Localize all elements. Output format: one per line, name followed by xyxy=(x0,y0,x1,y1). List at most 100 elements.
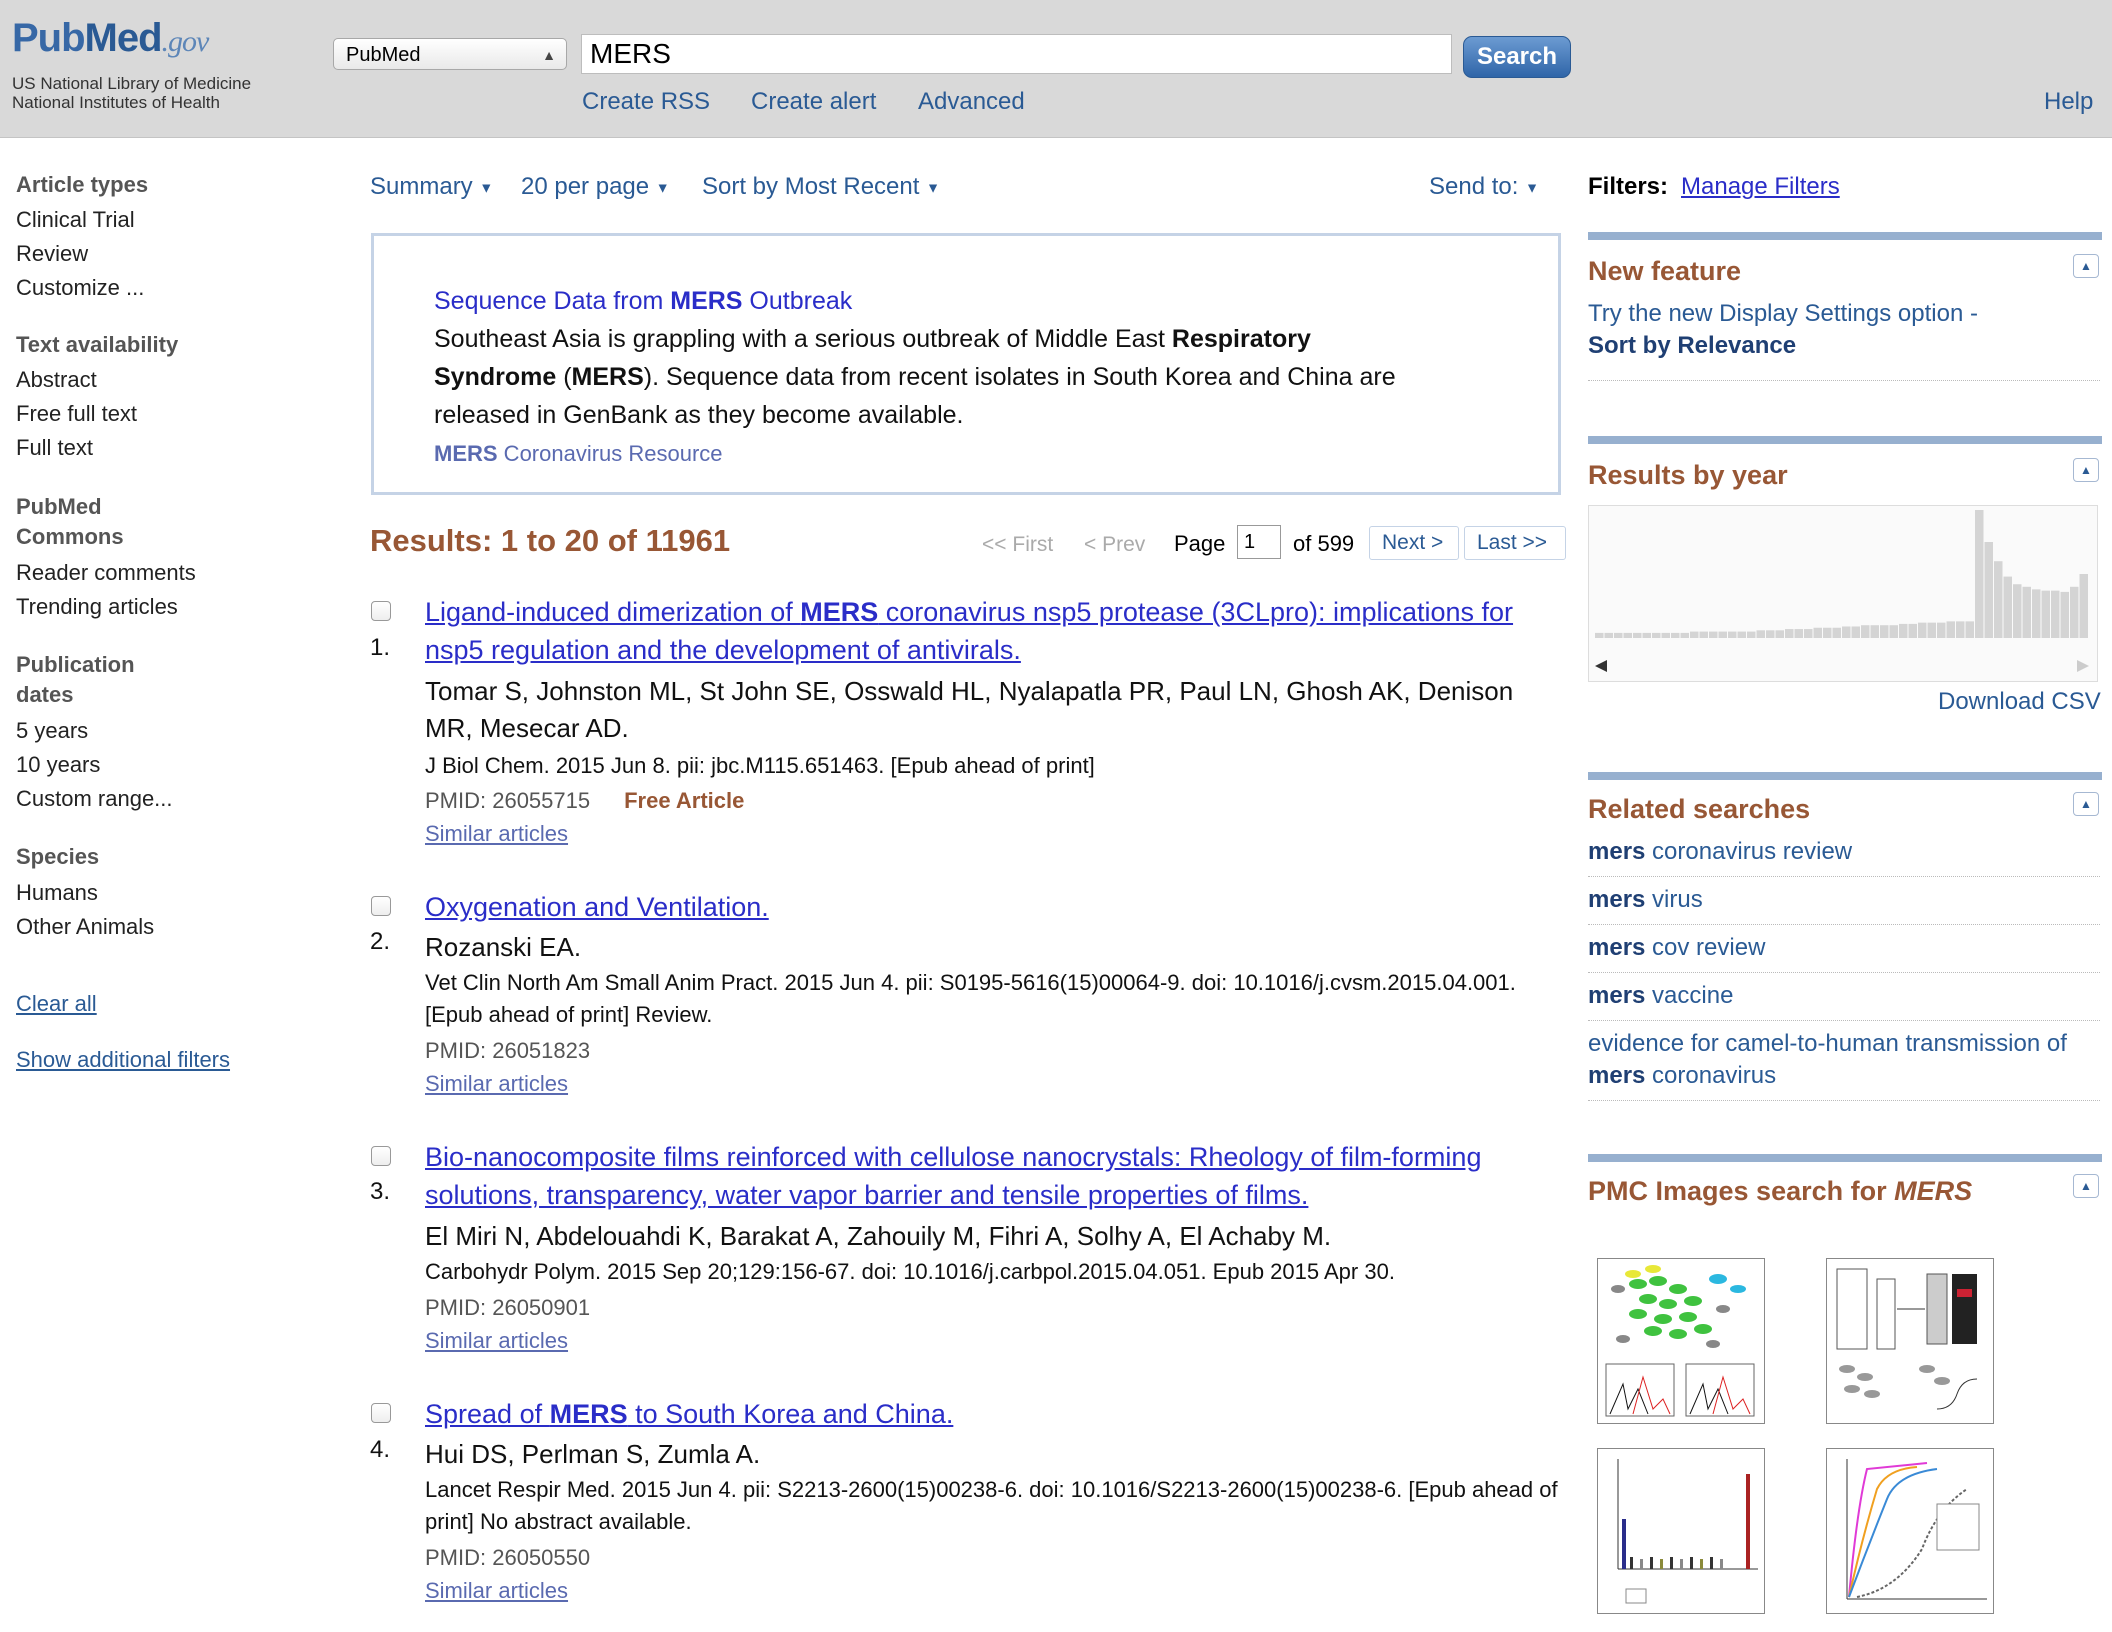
scroll-left-icon[interactable] xyxy=(1595,660,1607,672)
year-bar[interactable] xyxy=(1737,631,1747,638)
year-bar[interactable] xyxy=(1994,561,2003,638)
notice-title-link[interactable]: Sequence Data from MERS Outbreak xyxy=(434,287,852,315)
page-number-input[interactable]: 1 xyxy=(1237,525,1281,559)
year-bar[interactable] xyxy=(1652,632,1661,638)
related-search-item[interactable]: mers cov review xyxy=(1588,932,2100,964)
filter-reader-comments[interactable]: Reader comments xyxy=(16,560,196,586)
year-bar[interactable] xyxy=(1861,625,1870,638)
advanced-search-link[interactable]: Advanced xyxy=(918,88,1025,116)
year-bar[interactable] xyxy=(1756,630,1766,638)
year-bar[interactable] xyxy=(1766,630,1775,638)
year-bar[interactable] xyxy=(1851,626,1861,638)
year-bar[interactable] xyxy=(1642,632,1652,638)
help-link[interactable]: Help xyxy=(2044,88,2093,116)
result-title-link[interactable]: Bio-nanocomposite films reinforced with … xyxy=(425,1138,1545,1214)
database-select[interactable]: PubMed ▲ xyxy=(333,38,567,70)
pmc-image-thumbnail[interactable] xyxy=(1597,1448,1765,1614)
year-bar[interactable] xyxy=(1965,621,1975,638)
year-bar[interactable] xyxy=(2022,586,2032,638)
collapse-icon[interactable]: ▲ xyxy=(2073,792,2099,816)
year-bar[interactable] xyxy=(1614,632,1623,638)
result-checkbox[interactable] xyxy=(371,896,391,916)
create-rss-link[interactable]: Create RSS xyxy=(582,88,710,116)
year-bar[interactable] xyxy=(1832,627,1842,638)
sort-dropdown[interactable]: Sort by Most Recent ▼ xyxy=(702,173,940,201)
year-bar[interactable] xyxy=(1747,631,1756,638)
year-bar[interactable] xyxy=(1813,627,1823,638)
pubmed-logo[interactable]: PubMed.gov xyxy=(12,16,209,61)
year-bar[interactable] xyxy=(2013,584,2022,638)
result-title-link[interactable]: Oxygenation and Ventilation. xyxy=(425,888,1565,926)
result-checkbox[interactable] xyxy=(371,1146,391,1166)
year-bar[interactable] xyxy=(2041,590,2051,638)
collapse-icon[interactable]: ▲ xyxy=(2073,1174,2099,1198)
year-bar[interactable] xyxy=(2051,590,2060,638)
per-page-dropdown[interactable]: 20 per page ▼ xyxy=(521,173,670,201)
show-additional-filters-link[interactable]: Show additional filters xyxy=(16,1047,230,1073)
search-button[interactable]: Search xyxy=(1463,36,1571,78)
scroll-right-icon[interactable] xyxy=(2077,660,2089,672)
year-bar[interactable] xyxy=(1680,632,1690,638)
format-dropdown[interactable]: Summary ▼ xyxy=(370,173,493,201)
clear-all-link[interactable]: Clear all xyxy=(16,991,97,1017)
year-bar[interactable] xyxy=(1899,623,1908,638)
similar-articles-link[interactable]: Similar articles xyxy=(425,1578,568,1604)
filter-clinical-trial[interactable]: Clinical Trial xyxy=(16,207,135,233)
filter-free-full-text[interactable]: Free full text xyxy=(16,401,137,427)
year-bar[interactable] xyxy=(2060,591,2070,638)
search-input[interactable]: MERS xyxy=(581,34,1452,74)
year-bar[interactable] xyxy=(2032,589,2041,638)
year-bar[interactable] xyxy=(1794,629,1804,638)
related-search-item[interactable]: evidence for camel-to-human transmission… xyxy=(1588,1028,2100,1092)
year-bar[interactable] xyxy=(1595,632,1604,638)
collapse-icon[interactable]: ▲ xyxy=(2073,254,2099,278)
result-checkbox[interactable] xyxy=(371,601,391,621)
year-bar[interactable] xyxy=(2003,576,2013,638)
filter-abstract[interactable]: Abstract xyxy=(16,367,97,393)
year-bar[interactable] xyxy=(1671,632,1680,638)
result-title-link[interactable]: Spread of MERS to South Korea and China. xyxy=(425,1395,1565,1433)
result-title-link[interactable]: Ligand-induced dimerization of MERS coro… xyxy=(425,593,1565,669)
year-bar[interactable] xyxy=(1946,621,1956,638)
year-bar[interactable] xyxy=(1690,631,1699,638)
related-search-item[interactable]: mers vaccine xyxy=(1588,980,2100,1012)
pmc-image-thumbnail[interactable] xyxy=(1826,1448,1994,1614)
sort-by-relevance-link[interactable]: Sort by Relevance xyxy=(1588,330,2100,362)
results-by-year-chart[interactable] xyxy=(1588,505,2098,682)
year-bar[interactable] xyxy=(1918,622,1927,638)
filter-trending-articles[interactable]: Trending articles xyxy=(16,594,178,620)
year-bar[interactable] xyxy=(1804,629,1813,638)
year-bar[interactable] xyxy=(1984,542,1994,638)
filter-10-years[interactable]: 10 years xyxy=(16,752,100,778)
year-bar[interactable] xyxy=(2070,586,2079,638)
collapse-icon[interactable]: ▲ xyxy=(2073,458,2099,482)
year-bar[interactable] xyxy=(1889,625,1899,638)
related-search-item[interactable]: mers coronavirus review xyxy=(1588,836,2100,868)
manage-filters-link[interactable]: Manage Filters xyxy=(1681,173,1840,201)
year-bar[interactable] xyxy=(1908,623,1918,638)
filter-customize[interactable]: Customize ... xyxy=(16,275,144,301)
similar-articles-link[interactable]: Similar articles xyxy=(425,1328,568,1354)
filter-full-text[interactable]: Full text xyxy=(16,435,93,461)
result-checkbox[interactable] xyxy=(371,1403,391,1423)
year-bar[interactable] xyxy=(1956,621,1965,638)
year-bar[interactable] xyxy=(1775,630,1785,638)
year-bar[interactable] xyxy=(1927,622,1937,638)
year-bar[interactable] xyxy=(1709,631,1718,638)
year-bar[interactable] xyxy=(1975,510,1984,638)
filter-humans[interactable]: Humans xyxy=(16,880,98,906)
pager-next-button[interactable]: Next > xyxy=(1369,526,1459,560)
year-bar[interactable] xyxy=(1728,631,1737,638)
pager-last-button[interactable]: Last >> xyxy=(1464,526,1566,560)
pmc-image-thumbnail[interactable] xyxy=(1826,1258,1994,1424)
create-alert-link[interactable]: Create alert xyxy=(751,88,876,116)
year-bar[interactable] xyxy=(2079,574,2089,638)
filter-other-animals[interactable]: Other Animals xyxy=(16,914,154,940)
year-bar[interactable] xyxy=(1623,632,1633,638)
year-bar[interactable] xyxy=(1718,631,1728,638)
send-to-dropdown[interactable]: Send to: ▼ xyxy=(1429,173,1539,201)
year-bar[interactable] xyxy=(1661,632,1671,638)
year-bar[interactable] xyxy=(1699,631,1709,638)
download-csv-link[interactable]: Download CSV xyxy=(1938,686,2112,718)
similar-articles-link[interactable]: Similar articles xyxy=(425,1071,568,1097)
